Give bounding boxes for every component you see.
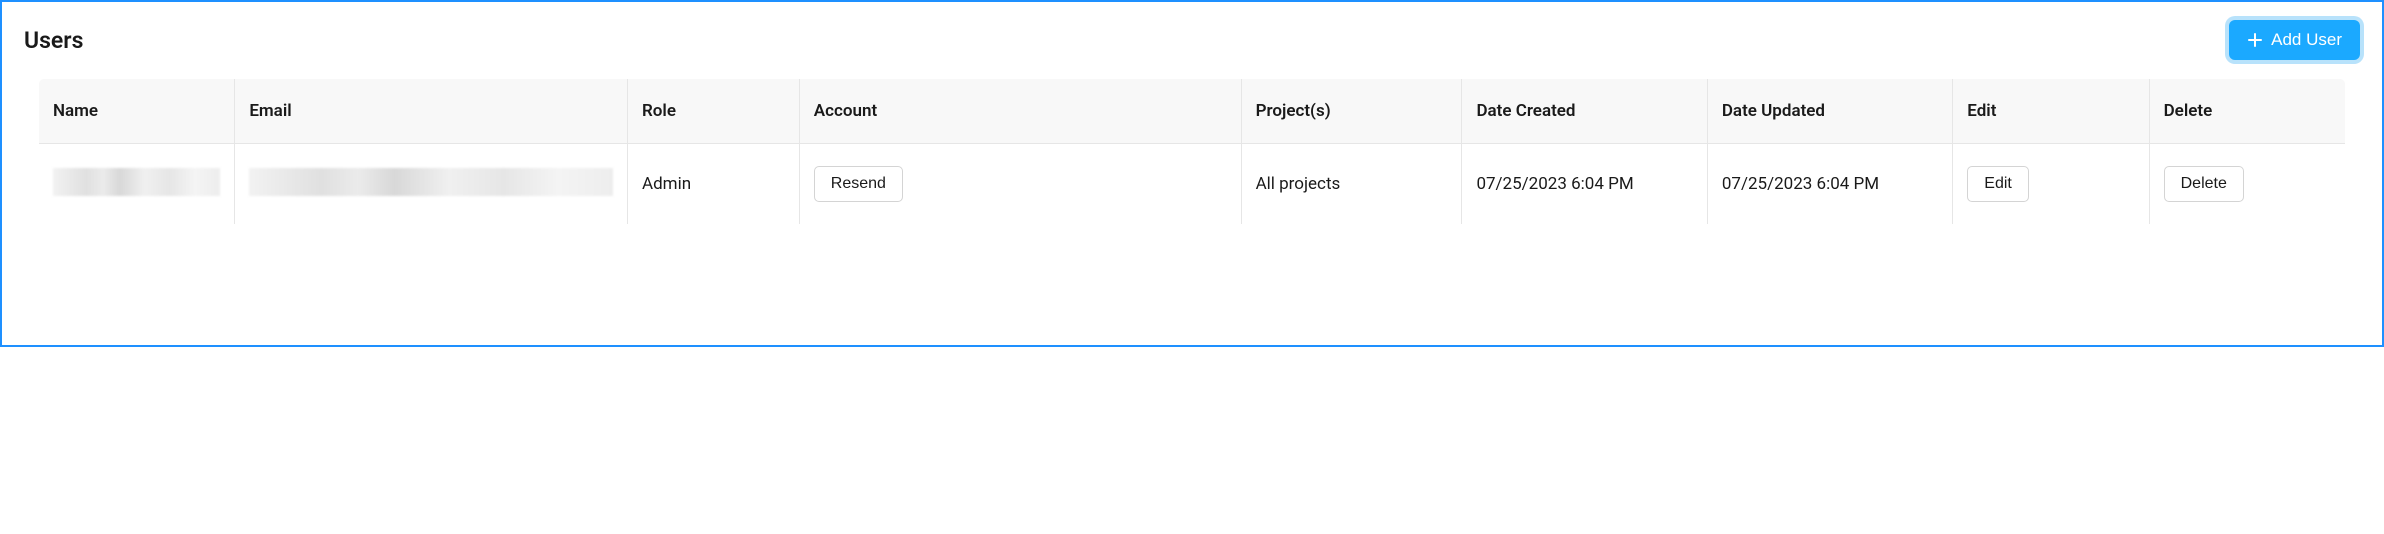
add-user-button[interactable]: Add User: [2229, 20, 2360, 60]
add-user-label: Add User: [2271, 30, 2342, 50]
col-header-role: Role: [628, 79, 800, 144]
redacted-name: [53, 168, 220, 196]
col-header-date-created: Date Created: [1462, 79, 1707, 144]
cell-account: Resend: [799, 144, 1241, 225]
cell-date-updated: 07/25/2023 6:04 PM: [1707, 144, 1952, 225]
col-header-date-updated: Date Updated: [1707, 79, 1952, 144]
cell-date-created: 07/25/2023 6:04 PM: [1462, 144, 1707, 225]
col-header-delete: Delete: [2149, 79, 2345, 144]
col-header-account: Account: [799, 79, 1241, 144]
cell-delete: Delete: [2149, 144, 2345, 225]
cell-email: [235, 144, 628, 225]
cell-projects: All projects: [1241, 144, 1462, 225]
cell-role: Admin: [628, 144, 800, 225]
users-table: Name Email Role Account Project(s) Date …: [38, 78, 2346, 225]
page-title: Users: [24, 27, 83, 54]
redacted-email: [249, 168, 613, 196]
col-header-email: Email: [235, 79, 628, 144]
resend-button[interactable]: Resend: [814, 166, 903, 202]
table-row: Admin Resend All projects 07/25/2023 6:0…: [39, 144, 2346, 225]
plus-icon: [2247, 32, 2263, 48]
edit-button[interactable]: Edit: [1967, 166, 2029, 202]
cell-edit: Edit: [1953, 144, 2149, 225]
col-header-projects: Project(s): [1241, 79, 1462, 144]
col-header-name: Name: [39, 79, 235, 144]
cell-name: [39, 144, 235, 225]
col-header-edit: Edit: [1953, 79, 2149, 144]
delete-button[interactable]: Delete: [2164, 166, 2244, 202]
